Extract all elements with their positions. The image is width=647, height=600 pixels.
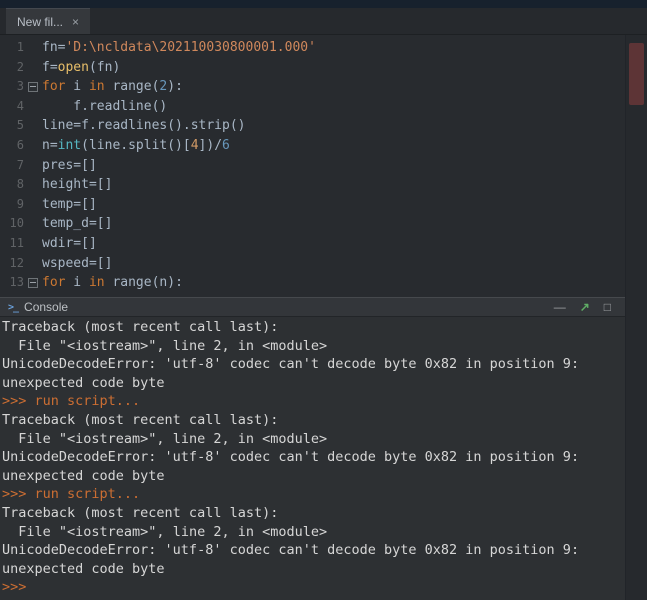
line-number: 2 bbox=[0, 58, 26, 78]
line-number: 8 bbox=[0, 175, 26, 195]
code-text: height=[] bbox=[39, 175, 112, 195]
code-text: fn='D:\ncldata\202110030800001.000' bbox=[39, 38, 316, 58]
fold-spacer bbox=[26, 136, 39, 156]
code-line[interactable]: 4 f.readline() bbox=[0, 97, 625, 117]
console-output[interactable]: Traceback (most recent call last): File … bbox=[0, 317, 625, 600]
code-line[interactable]: 5 line=f.readlines().strip() bbox=[0, 116, 625, 136]
minimize-icon[interactable]: — bbox=[554, 301, 566, 313]
console-panel: >_ Console — ↗ □ Traceback (most recent … bbox=[0, 297, 625, 600]
line-number: 9 bbox=[0, 195, 26, 215]
fold-spacer bbox=[26, 195, 39, 215]
console-output-line: UnicodeDecodeError: 'utf-8' codec can't … bbox=[2, 448, 623, 485]
console-prompt-line: >>> run script... bbox=[2, 392, 623, 411]
console-output-line: Traceback (most recent call last): bbox=[2, 411, 623, 430]
line-number: 5 bbox=[0, 116, 26, 136]
code-line[interactable]: 6 n=int(line.split()[4])/6 bbox=[0, 136, 625, 156]
tab-label: New fil... bbox=[17, 15, 63, 29]
fold-spacer bbox=[26, 175, 39, 195]
fold-spacer bbox=[26, 58, 39, 78]
code-text: temp_d=[] bbox=[39, 214, 112, 234]
editor-tab-bar: New fil... × bbox=[0, 8, 647, 35]
fold-spacer bbox=[26, 214, 39, 234]
code-text: pres=[] bbox=[39, 156, 97, 176]
line-number: 4 bbox=[0, 97, 26, 117]
code-text: line=f.readlines().strip() bbox=[39, 116, 246, 136]
main-content: 1 fn='D:\ncldata\202110030800001.000' 2 f=o… bbox=[0, 35, 625, 600]
code-line[interactable]: 8 height=[] bbox=[0, 175, 625, 195]
console-prompt-line: >>> run script... bbox=[2, 485, 623, 504]
console-output-line: Traceback (most recent call last): bbox=[2, 504, 623, 523]
fold-spacer bbox=[26, 156, 39, 176]
code-line[interactable]: 10 temp_d=[] bbox=[0, 214, 625, 234]
line-number: 7 bbox=[0, 156, 26, 176]
console-prompt-line: >>> bbox=[2, 578, 623, 597]
code-line[interactable]: 11 wdir=[] bbox=[0, 234, 625, 254]
console-output-line: File "<iostream>", line 2, in <module> bbox=[2, 430, 623, 449]
terminal-icon: >_ bbox=[8, 302, 18, 313]
code-line[interactable]: 7 pres=[] bbox=[0, 156, 625, 176]
tab-new-file[interactable]: New fil... × bbox=[6, 8, 90, 34]
code-text: temp=[] bbox=[39, 195, 97, 215]
line-number: 3 bbox=[0, 77, 26, 97]
code-text: n=int(line.split()[4])/6 bbox=[39, 136, 230, 156]
console-controls: — ↗ □ bbox=[554, 301, 617, 313]
code-line[interactable]: 12 wspeed=[] bbox=[0, 254, 625, 274]
fold-spacer bbox=[26, 254, 39, 274]
code-text: for i in range(2): bbox=[39, 77, 183, 97]
titlebar-strip bbox=[0, 0, 647, 8]
console-header: >_ Console — ↗ □ bbox=[0, 297, 625, 317]
code-text: f=open(fn) bbox=[39, 58, 120, 78]
restore-arrow-icon[interactable]: ↗ bbox=[580, 301, 590, 313]
console-title: Console bbox=[24, 300, 68, 314]
console-output-line: File "<iostream>", line 2, in <module> bbox=[2, 337, 623, 356]
line-number: 11 bbox=[0, 234, 26, 254]
console-output-line: UnicodeDecodeError: 'utf-8' codec can't … bbox=[2, 541, 623, 578]
maximize-icon[interactable]: □ bbox=[604, 301, 611, 313]
fold-spacer bbox=[26, 116, 39, 136]
fold-spacer bbox=[26, 97, 39, 117]
scrollbar-rail[interactable] bbox=[625, 35, 647, 600]
tab-close-icon[interactable]: × bbox=[72, 16, 79, 28]
code-line[interactable]: 9 temp=[] bbox=[0, 195, 625, 215]
scrollbar-thumb[interactable] bbox=[629, 43, 644, 105]
fold-spacer bbox=[26, 38, 39, 58]
console-output-line: Traceback (most recent call last): bbox=[2, 318, 623, 337]
code-editor[interactable]: 1 fn='D:\ncldata\202110030800001.000' 2 f=o… bbox=[0, 35, 625, 297]
console-output-line: File "<iostream>", line 2, in <module> bbox=[2, 523, 623, 542]
fold-spacer bbox=[26, 234, 39, 254]
code-text: wdir=[] bbox=[39, 234, 97, 254]
fold-icon[interactable] bbox=[26, 77, 39, 97]
code-line[interactable]: 13 for i in range(n): bbox=[0, 273, 625, 293]
line-number: 6 bbox=[0, 136, 26, 156]
line-number: 10 bbox=[0, 214, 26, 234]
console-output-line: UnicodeDecodeError: 'utf-8' codec can't … bbox=[2, 355, 623, 392]
line-number: 13 bbox=[0, 273, 26, 293]
line-number: 12 bbox=[0, 254, 26, 274]
line-number: 1 bbox=[0, 38, 26, 58]
code-text: wspeed=[] bbox=[39, 254, 112, 274]
code-text: f.readline() bbox=[39, 97, 167, 117]
code-line[interactable]: 3 for i in range(2): bbox=[0, 77, 625, 97]
fold-icon[interactable] bbox=[26, 273, 39, 293]
code-line[interactable]: 2 f=open(fn) bbox=[0, 58, 625, 78]
code-line[interactable]: 1 fn='D:\ncldata\202110030800001.000' bbox=[0, 38, 625, 58]
ide-window: New fil... × 1 fn='D:\ncldata\20211003080… bbox=[0, 0, 647, 600]
code-text: for i in range(n): bbox=[39, 273, 183, 293]
